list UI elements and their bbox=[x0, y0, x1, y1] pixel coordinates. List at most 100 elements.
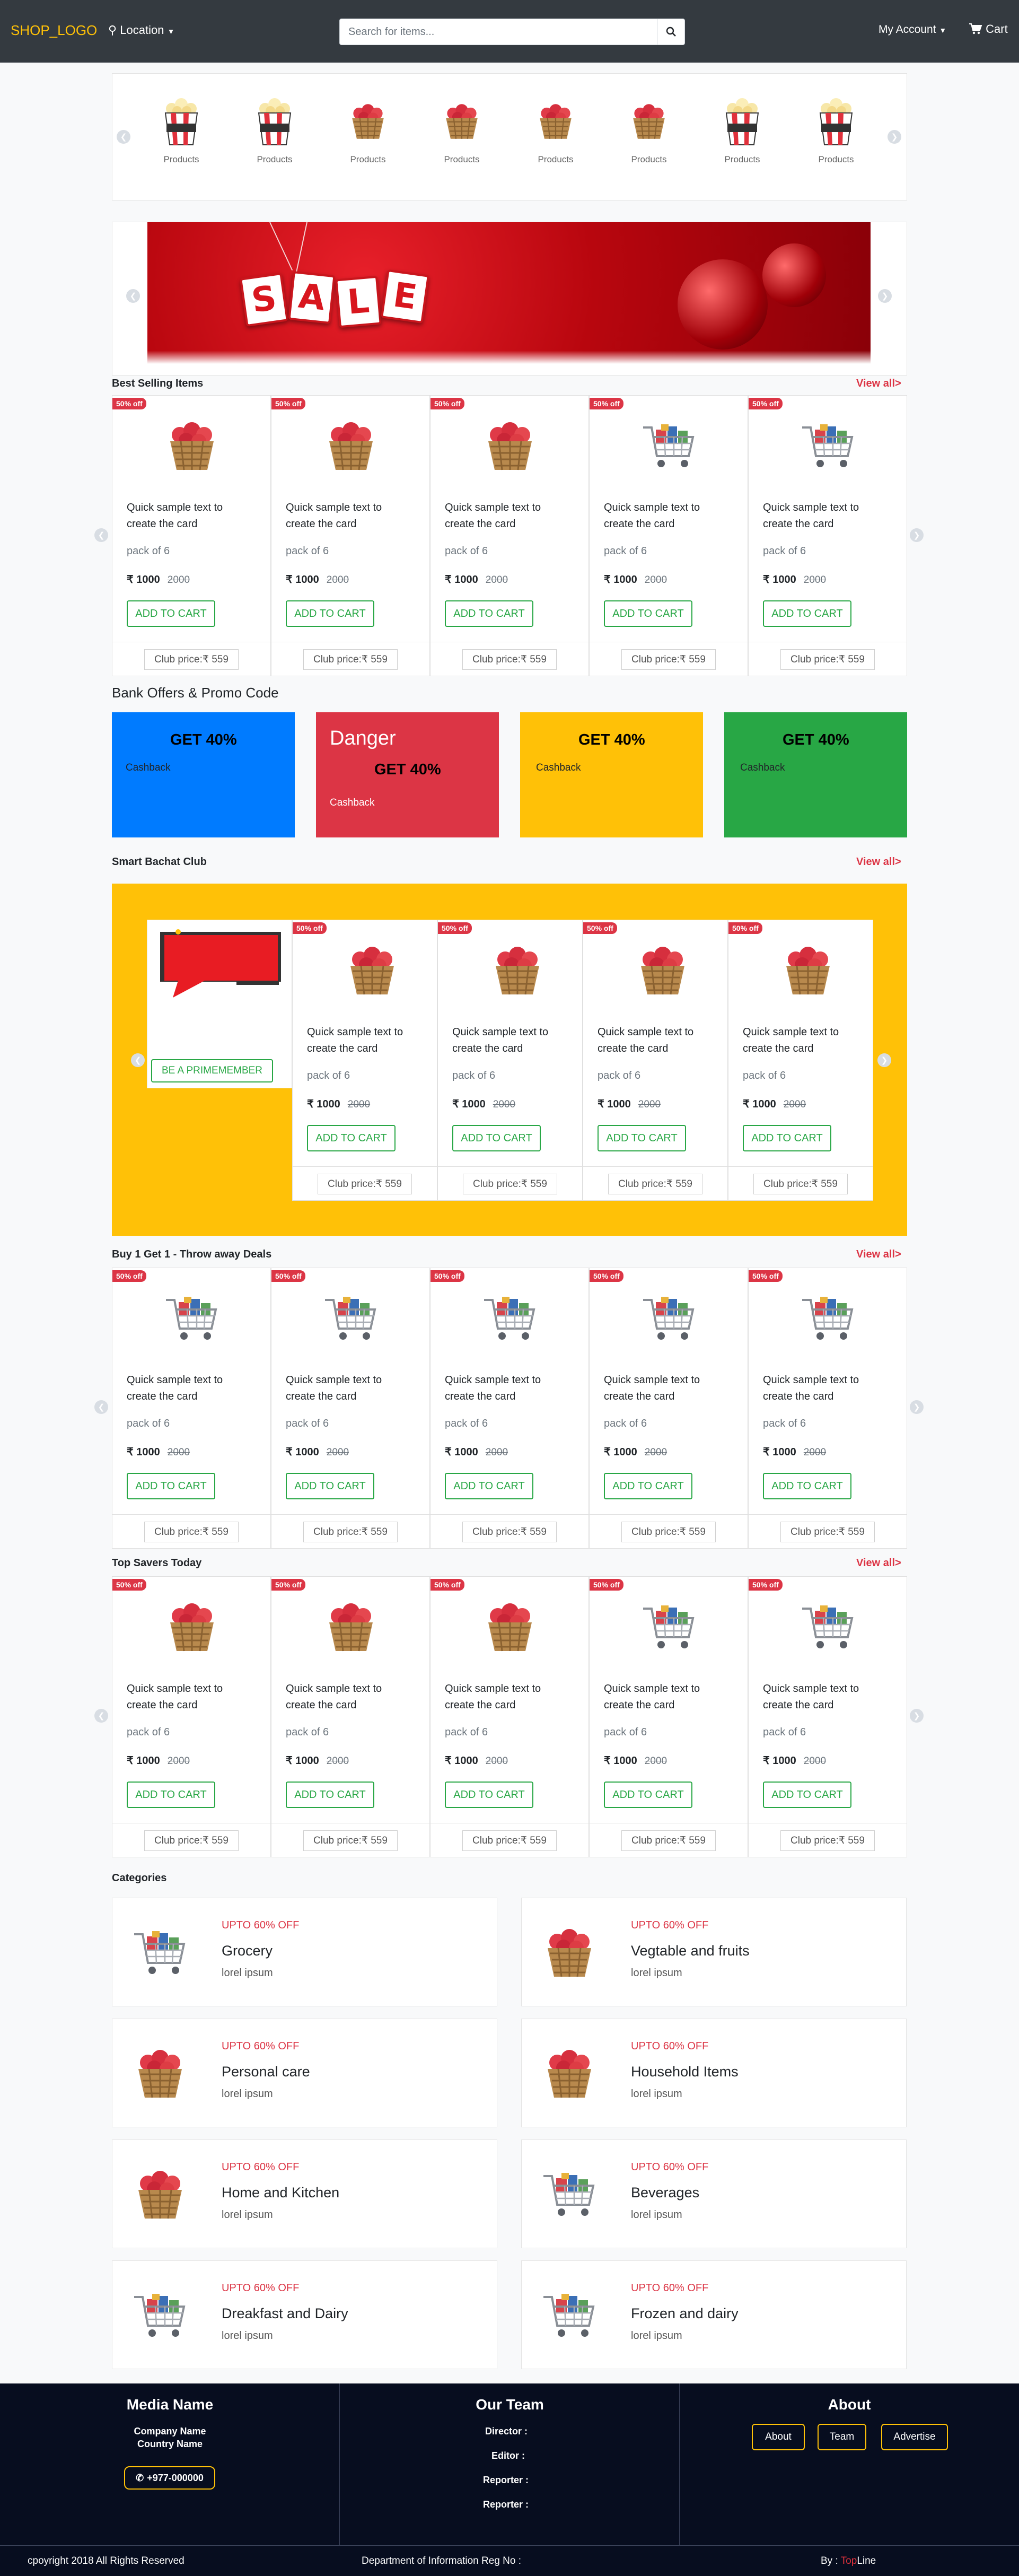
product-title: Quick sample text to create the card bbox=[445, 1374, 541, 1402]
product-category-tile[interactable]: Products bbox=[617, 95, 681, 165]
be-prime-member-button[interactable]: BE A PRIMEMEMBER bbox=[151, 1059, 273, 1082]
product-card[interactable]: 50% off Quick sample text to create the c… bbox=[748, 1268, 907, 1549]
search-input[interactable] bbox=[340, 19, 658, 45]
location-dropdown[interactable]: ⚲ Location ▼ bbox=[108, 23, 174, 37]
banner-next-arrow[interactable]: ❯ bbox=[878, 289, 892, 303]
bogo-next-arrow[interactable]: ❯ bbox=[910, 1400, 924, 1414]
club-view-all[interactable]: View all> bbox=[856, 856, 901, 868]
about-button[interactable]: About bbox=[752, 2424, 805, 2450]
add-to-cart-button[interactable]: ADD TO CART bbox=[286, 1473, 374, 1499]
product-card[interactable]: 50% off Quick sample text to create the c… bbox=[271, 1268, 430, 1549]
category-card[interactable]: UPTO 60% OFF Dreakfast and Dairy lorel ips… bbox=[112, 2260, 497, 2369]
add-to-cart-button[interactable]: ADD TO CART bbox=[604, 600, 692, 627]
old-price: 2000 bbox=[347, 1099, 371, 1110]
add-to-cart-button[interactable]: ADD TO CART bbox=[604, 1782, 692, 1808]
offer-headline: GET 40% bbox=[374, 761, 441, 778]
offer-card[interactable]: GET 40% Cashback bbox=[520, 712, 703, 837]
product-category-tile[interactable]: Products bbox=[524, 95, 587, 165]
category-card[interactable]: UPTO 60% OFF Frozen and dairy lorel ipsum bbox=[521, 2260, 907, 2369]
category-card[interactable]: UPTO 60% OFF Beverages lorel ipsum bbox=[521, 2140, 907, 2248]
product-category-tile[interactable]: Products bbox=[804, 95, 868, 165]
top-savers-view-all[interactable]: View all> bbox=[856, 1557, 901, 1569]
category-discount: UPTO 60% OFF bbox=[222, 2161, 300, 2173]
strip-next-arrow[interactable]: ❯ bbox=[888, 130, 901, 144]
add-to-cart-button[interactable]: ADD TO CART bbox=[286, 1782, 374, 1808]
product-card[interactable]: 50% off Quick sample text to create the c… bbox=[112, 1576, 271, 1857]
product-price: ₹ 1000 2000 bbox=[445, 1754, 508, 1767]
best-selling-next-arrow[interactable]: ❯ bbox=[910, 528, 924, 542]
category-card[interactable]: UPTO 60% OFF Household Items lorel ipsum bbox=[521, 2019, 907, 2127]
product-category-tile[interactable]: Products bbox=[336, 95, 400, 165]
club-prev-arrow[interactable]: ❮ bbox=[131, 1053, 145, 1067]
bogo-prev-arrow[interactable]: ❮ bbox=[94, 1400, 108, 1414]
add-to-cart-button[interactable]: ADD TO CART bbox=[127, 600, 215, 627]
club-next-arrow[interactable]: ❯ bbox=[877, 1053, 891, 1067]
product-card[interactable]: 50% off Quick sample text to create the c… bbox=[748, 1576, 907, 1857]
category-name: Dreakfast and Dairy bbox=[222, 2306, 348, 2321]
add-to-cart-button[interactable]: ADD TO CART bbox=[763, 1782, 851, 1808]
product-card[interactable]: 50% off Quick sample text to create the c… bbox=[589, 395, 748, 676]
add-to-cart-button[interactable]: ADD TO CART bbox=[127, 1782, 215, 1808]
banner-prev-arrow[interactable]: ❮ bbox=[126, 289, 140, 303]
category-card[interactable]: UPTO 60% OFF Home and Kitchen lorel ipsum bbox=[112, 2140, 497, 2248]
cart-link[interactable]: Cart bbox=[969, 22, 1008, 36]
product-card[interactable]: 50% off Quick sample text to create the c… bbox=[728, 920, 873, 1201]
product-card[interactable]: 50% off Quick sample text to create the c… bbox=[430, 395, 589, 676]
search-button[interactable] bbox=[657, 19, 684, 45]
sale-banner-image[interactable]: S A L E bbox=[147, 222, 871, 365]
product-category-tile[interactable]: Products bbox=[710, 95, 774, 165]
old-price: 2000 bbox=[493, 1099, 516, 1110]
club-row: 50% off Quick sample text to create the c… bbox=[292, 920, 873, 1201]
product-card[interactable]: 50% off Quick sample text to create the c… bbox=[271, 1576, 430, 1857]
product-card[interactable]: 50% off Quick sample text to create the c… bbox=[589, 1268, 748, 1549]
product-card[interactable]: 50% off Quick sample text to create the c… bbox=[292, 920, 437, 1201]
category-card[interactable]: UPTO 60% OFF Grocery lorel ipsum bbox=[112, 1898, 497, 2006]
phone-button[interactable]: ✆ +977-000000 bbox=[124, 2466, 215, 2490]
category-card[interactable]: UPTO 60% OFF Personal care lorel ipsum bbox=[112, 2019, 497, 2127]
add-to-cart-button[interactable]: ADD TO CART bbox=[445, 1473, 533, 1499]
products-strip: ❮ ❯ Products Products Products Products Prod… bbox=[112, 73, 907, 200]
add-to-cart-button[interactable]: ADD TO CART bbox=[307, 1125, 396, 1151]
product-card[interactable]: 50% off Quick sample text to create the c… bbox=[112, 395, 271, 676]
product-card[interactable]: 50% off Quick sample text to create the c… bbox=[437, 920, 583, 1201]
add-to-cart-button[interactable]: ADD TO CART bbox=[286, 600, 374, 627]
product-card[interactable]: 50% off Quick sample text to create the c… bbox=[430, 1268, 589, 1549]
old-price: 2000 bbox=[326, 574, 349, 586]
search-bar bbox=[339, 19, 685, 45]
product-card[interactable]: 50% off Quick sample text to create the c… bbox=[112, 1268, 271, 1549]
best-selling-prev-arrow[interactable]: ❮ bbox=[94, 528, 108, 542]
speech-bubble-icon bbox=[160, 929, 281, 998]
offer-card[interactable]: GET 40% Cashback bbox=[724, 712, 907, 837]
add-to-cart-button[interactable]: ADD TO CART bbox=[763, 1473, 851, 1499]
add-to-cart-button[interactable]: ADD TO CART bbox=[743, 1125, 831, 1151]
product-card[interactable]: 50% off Quick sample text to create the c… bbox=[271, 395, 430, 676]
product-category-tile[interactable]: Products bbox=[243, 95, 306, 165]
team-button[interactable]: Team bbox=[818, 2424, 866, 2450]
product-category-tile[interactable]: Products bbox=[150, 95, 213, 165]
product-card[interactable]: 50% off Quick sample text to create the c… bbox=[583, 920, 728, 1201]
my-account-dropdown[interactable]: My Account ▼ bbox=[879, 23, 946, 36]
add-to-cart-button[interactable]: ADD TO CART bbox=[763, 600, 851, 627]
shop-logo[interactable]: SHOP_LOGO bbox=[11, 22, 97, 39]
product-card[interactable]: 50% off Quick sample text to create the c… bbox=[748, 395, 907, 676]
product-category-tile[interactable]: Products bbox=[430, 95, 494, 165]
top-savers-prev-arrow[interactable]: ❮ bbox=[94, 1709, 108, 1723]
offer-card[interactable]: Danger GET 40% Cashback bbox=[316, 712, 499, 837]
add-to-cart-button[interactable]: ADD TO CART bbox=[445, 1782, 533, 1808]
add-to-cart-button[interactable]: ADD TO CART bbox=[604, 1473, 692, 1499]
bogo-view-all[interactable]: View all> bbox=[856, 1248, 901, 1261]
product-card[interactable]: 50% off Quick sample text to create the c… bbox=[589, 1576, 748, 1857]
advertise-button[interactable]: Advertise bbox=[881, 2424, 948, 2450]
top-savers-next-arrow[interactable]: ❯ bbox=[910, 1709, 924, 1723]
add-to-cart-button[interactable]: ADD TO CART bbox=[452, 1125, 541, 1151]
category-card[interactable]: UPTO 60% OFF Vegtable and fruits lorel ips… bbox=[521, 1898, 907, 2006]
add-to-cart-button[interactable]: ADD TO CART bbox=[598, 1125, 686, 1151]
add-to-cart-button[interactable]: ADD TO CART bbox=[127, 1473, 215, 1499]
strip-prev-arrow[interactable]: ❮ bbox=[117, 130, 130, 144]
product-card[interactable]: 50% off Quick sample text to create the c… bbox=[430, 1576, 589, 1857]
best-selling-view-all[interactable]: View all> bbox=[856, 378, 901, 390]
product-price: ₹ 1000 2000 bbox=[286, 1445, 349, 1459]
fruit-basket-icon bbox=[343, 941, 401, 1000]
offer-card[interactable]: GET 40% Cashback bbox=[112, 712, 295, 837]
add-to-cart-button[interactable]: ADD TO CART bbox=[445, 600, 533, 627]
